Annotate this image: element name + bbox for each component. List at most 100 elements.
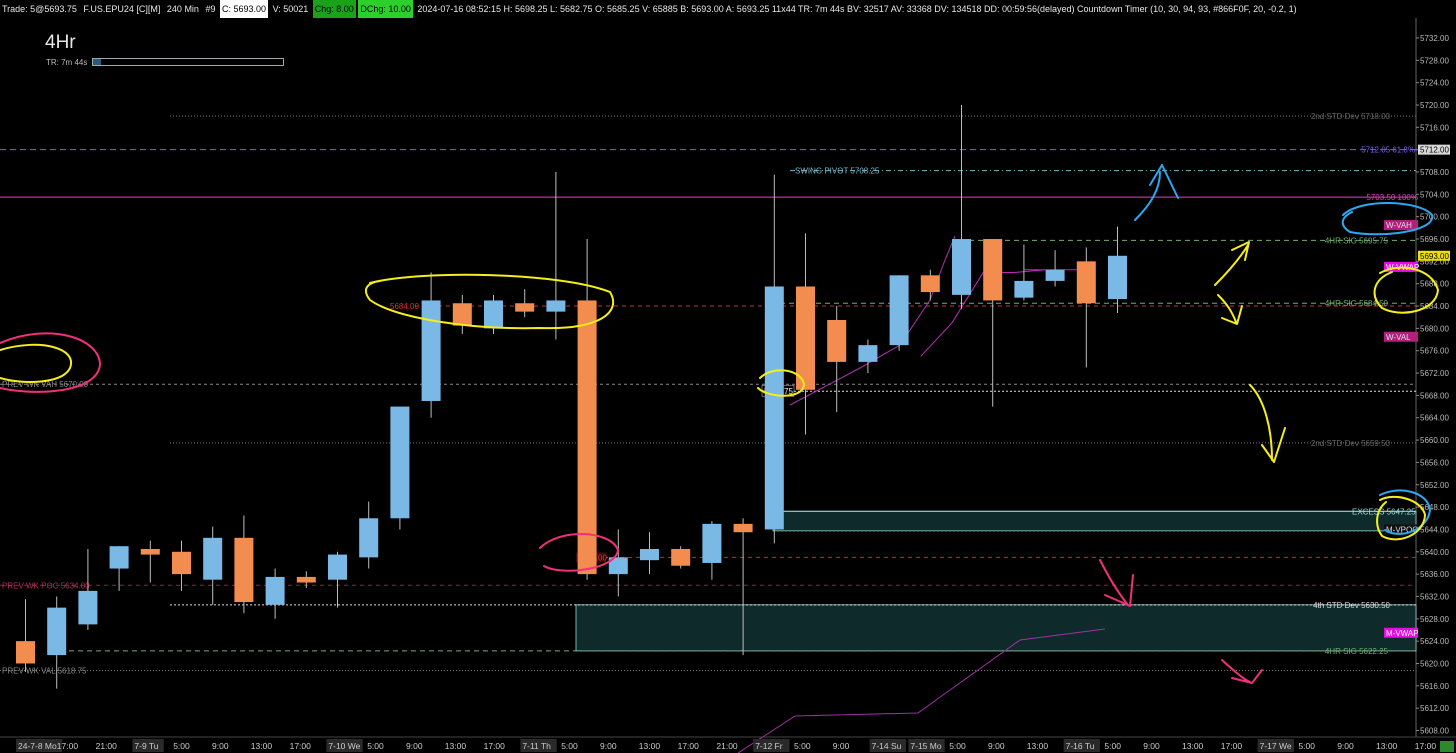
time-tick-label: 9:00	[1337, 741, 1354, 751]
time-tick-label: 7-15 Mo	[910, 741, 941, 751]
price-tick-label: 5732.00	[1420, 34, 1449, 43]
level-label: 2nd STD Dev 5659.50	[1311, 439, 1391, 448]
candle-body	[983, 239, 1003, 301]
level-label: PREV WK POC 5634.00	[2, 581, 90, 590]
price-tag-label: W-VAL	[1386, 333, 1411, 342]
time-tick-label: 9:00	[212, 741, 229, 751]
price-tick-label: 5700.00	[1420, 213, 1449, 222]
candle	[359, 501, 379, 569]
price-tick-label: 5632.00	[1420, 592, 1449, 601]
time-tick-label: 5:00	[561, 741, 578, 751]
candle-body	[733, 523, 753, 533]
level-label: 4HR SIG 5622.25	[1325, 647, 1389, 656]
scroll-badge	[1440, 741, 1454, 752]
candle-body	[796, 286, 815, 390]
candle-body	[515, 303, 535, 312]
candle-body	[296, 576, 316, 583]
candle-body	[47, 607, 67, 656]
price-tick-label: 5684.00	[1420, 302, 1449, 311]
blue-arrow-up	[1134, 164, 1179, 221]
candle	[390, 406, 410, 530]
candle-body	[702, 523, 722, 563]
time-tick-label: 7-10 We	[328, 741, 360, 751]
candle	[764, 174, 784, 544]
candle	[234, 515, 254, 614]
candle-body	[16, 641, 35, 664]
time-tick-label: 5:00	[367, 741, 384, 751]
time-tick-label: 13:00	[445, 741, 467, 751]
time-tick-label: 13:00	[1027, 741, 1049, 751]
price-tick-label: 5616.00	[1420, 682, 1449, 691]
time-tick-label: 9:00	[988, 741, 1005, 751]
price-tick-label: 5720.00	[1420, 101, 1449, 110]
candle	[1045, 250, 1065, 287]
candle-body	[78, 590, 98, 625]
pink-arrow-down	[1099, 559, 1134, 607]
price-tick-label: 5628.00	[1420, 615, 1449, 624]
time-tick-label: 17:00	[484, 741, 506, 751]
candle	[952, 104, 971, 309]
pink-arrow-down-bottom	[1221, 659, 1263, 684]
time-tick-label: 7-12 Fr	[755, 741, 783, 751]
candle	[1108, 226, 1127, 314]
candle	[827, 306, 847, 413]
badge-bg	[1440, 741, 1454, 752]
candle-body	[889, 275, 909, 346]
candle-body	[328, 554, 347, 580]
candle	[577, 239, 597, 580]
candle-body	[1108, 255, 1127, 300]
time-axis: 24-7-8 Mo 17:00 21:00 7-9 Tu 5:00 9:00 13:00 17…	[16, 739, 1436, 752]
time-tick-label: 17:00	[1415, 741, 1437, 751]
time-tick-label: 9:00	[600, 741, 617, 751]
time-tick-label: 9:00	[1143, 741, 1160, 751]
time-tick-label: 13:00	[639, 741, 661, 751]
time-tick-label: 17:00	[1221, 741, 1243, 751]
candle	[140, 540, 160, 583]
candle	[608, 529, 628, 597]
time-tick-label: 17:00	[57, 741, 79, 751]
time-tick-label: 5:00	[173, 741, 190, 751]
yellow-arrow-up	[1214, 241, 1250, 286]
price-tick-label: 5624.00	[1420, 637, 1449, 646]
candle-body	[827, 320, 847, 362]
price-tag-label: 5693.00	[1420, 252, 1449, 261]
level-label: 5712.05 61.8%	[1361, 146, 1415, 155]
price-tick-label: 5656.00	[1420, 458, 1449, 467]
price-tick-label: 5652.00	[1420, 481, 1449, 490]
price-tick-label: 5660.00	[1420, 436, 1449, 445]
candle-body	[421, 300, 441, 401]
price-tick-label: 5672.00	[1420, 369, 1449, 378]
time-tick-label: 9:00	[833, 741, 850, 751]
level-label: 5703.50 100%	[1366, 193, 1418, 202]
candle	[421, 272, 441, 418]
price-tick-label: 5724.00	[1420, 79, 1449, 88]
time-tick-label: 13:00	[1182, 741, 1204, 751]
candle	[796, 233, 815, 435]
candle-body	[1076, 261, 1096, 304]
time-tick-label: 17:00	[678, 741, 700, 751]
price-tick-label: 5696.00	[1420, 235, 1449, 244]
candle-body	[671, 548, 691, 566]
time-tick-label: 7-16 Tu	[1066, 741, 1095, 751]
candle	[203, 526, 223, 605]
time-tick-label: 7-9 Tu	[134, 741, 158, 751]
level-label: PREV WK VAL 5618.75	[2, 666, 87, 675]
time-tick-label: 5:00	[1298, 741, 1315, 751]
vwap-lines	[737, 235, 1106, 753]
time-tick-label: 7-14 Su	[872, 741, 902, 751]
time-tick-label: 21:00	[96, 741, 118, 751]
price-tick-label: 5708.00	[1420, 168, 1449, 177]
level-label: SWING PIVOT 5708.25	[795, 167, 880, 176]
price-tick-label: 5668.00	[1420, 391, 1449, 400]
price-tick-label: 5728.00	[1420, 56, 1449, 65]
candle	[671, 546, 691, 569]
candle	[328, 551, 347, 608]
candle	[702, 521, 722, 580]
price-chart[interactable]: 2nd STD Dev 5718.00 5712.05 61.8% SWING PI…	[0, 0, 1456, 753]
level-label: 4th STD Dev 5630.50	[1313, 601, 1390, 610]
time-tick-label: 7-17 We	[1260, 741, 1292, 751]
candle-body	[952, 239, 971, 295]
price-tick-label: 5676.00	[1420, 347, 1449, 356]
candle-body	[764, 286, 784, 530]
candle	[1076, 247, 1096, 368]
